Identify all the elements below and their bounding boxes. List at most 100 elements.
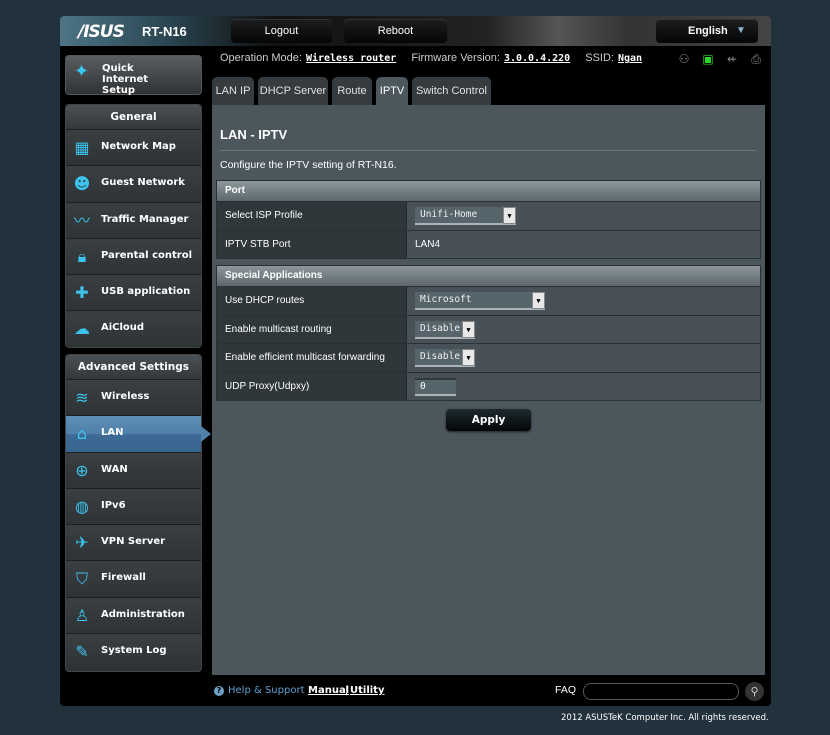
network-status-icon[interactable]: ▣ <box>701 52 715 66</box>
sidebar-item-label: USB application <box>101 286 191 298</box>
general-menu: General ▦ Network Map ☻ Guest Network 〰 … <box>65 104 202 348</box>
help-icon: ? <box>214 686 224 696</box>
faq-label: FAQ <box>555 684 577 696</box>
general-menu-title: General <box>66 105 201 129</box>
isp-profile-select[interactable]: Unifi-Home ▼ <box>415 207 516 225</box>
firmware-link[interactable]: 3.0.0.4.220 <box>504 53 570 64</box>
sidebar-item-label: Network Map <box>101 141 176 152</box>
sidebar-item-system-log[interactable]: ✎ System Log <box>66 633 201 670</box>
sidebar-item-guest-network[interactable]: ☻ Guest Network <box>66 165 201 202</box>
manual-link[interactable]: Manual <box>308 685 349 696</box>
sidebar-item-ipv6[interactable]: ◍ IPv6 <box>66 487 201 525</box>
udpxy-input[interactable]: 0 <box>415 377 456 396</box>
utility-link[interactable]: Utility <box>350 685 384 696</box>
dhcp-routes-label: Use DHCP routes <box>217 287 407 315</box>
tab-lan-ip[interactable]: LAN IP <box>212 77 254 105</box>
wifi-icon: ≋ <box>75 388 89 407</box>
sidebar-item-label: Firewall <box>101 572 146 584</box>
sidebar-item-wan[interactable]: ⊕ WAN <box>66 451 201 488</box>
link-separator: | <box>345 685 349 696</box>
tab-iptv[interactable]: IPTV <box>376 77 408 105</box>
magic-wand-icon: ✦ <box>74 61 90 82</box>
usb-icon[interactable]: ⇷ <box>725 52 739 66</box>
advanced-menu: Advanced Settings ≋ Wireless ⌂ LAN ⊕ WAN… <box>65 354 211 672</box>
multicast-routing-row: Enable multicast routing Disable ▼ <box>217 314 760 343</box>
content-panel: LAN - IPTV Configure the IPTV setting of… <box>212 105 765 675</box>
shield-icon: ⛉ <box>75 569 88 589</box>
chevron-down-icon: ▼ <box>462 320 475 338</box>
guest-network-icon: ☻ <box>73 174 91 194</box>
sidebar-item-label: Guest Network <box>101 177 185 189</box>
efficient-multicast-row: Enable efficient multicast forwarding Di… <box>217 343 760 372</box>
cloud-home-icon: ☁ <box>74 319 90 339</box>
chevron-down-icon: ▼ <box>532 292 545 309</box>
language-value: English <box>688 25 728 37</box>
traffic-manager-icon: 〰 <box>73 210 90 230</box>
efficient-multicast-value: Disable <box>420 351 461 362</box>
logout-button[interactable]: Logout <box>231 19 332 43</box>
chevron-down-icon: ▼ <box>736 25 746 36</box>
isp-profile-label: Select ISP Profile <box>217 202 407 230</box>
operation-mode-link[interactable]: Wireless router <box>306 53 396 64</box>
advanced-menu-title: Advanced Settings <box>66 355 201 379</box>
tab-route[interactable]: Route <box>332 77 372 105</box>
dhcp-routes-value: Microsoft <box>420 294 472 305</box>
language-select[interactable]: English ▼ <box>656 19 758 43</box>
stb-port-label: IPTV STB Port <box>217 230 407 258</box>
stb-port-row: IPTV STB Port LAN4 <box>217 229 760 258</box>
title-divider <box>220 150 756 151</box>
port-section-title: Port <box>217 181 760 201</box>
faq-search-input[interactable] <box>583 683 739 700</box>
lock-icon: 🔒︎ <box>77 246 87 266</box>
asus-logo: /ISUS <box>78 22 125 42</box>
sidebar-item-wireless[interactable]: ≋ Wireless <box>66 379 201 416</box>
special-applications-section: Special Applications Use DHCP routes Mic… <box>216 265 761 401</box>
sidebar-item-aicloud[interactable]: ☁ AiCloud <box>66 310 201 347</box>
search-icon[interactable]: ⚲ <box>745 682 764 701</box>
sidebar-item-label: Parental control <box>101 249 193 261</box>
printer-icon[interactable]: ⎙ <box>749 52 763 66</box>
multicast-routing-select[interactable]: Disable ▼ <box>415 320 475 339</box>
tab-dhcp-server[interactable]: DHCP Server <box>258 77 328 105</box>
sidebar-item-label: WAN <box>101 463 128 475</box>
page-title: LAN - IPTV <box>220 127 288 142</box>
reboot-button[interactable]: Reboot <box>344 19 447 43</box>
chevron-down-icon: ▼ <box>503 207 516 224</box>
apply-button[interactable]: Apply <box>446 409 531 431</box>
sidebar-item-label: IPv6 <box>101 499 126 511</box>
sidebar-item-vpn-server[interactable]: ✈ VPN Server <box>66 524 201 561</box>
efficient-multicast-label: Enable efficient multicast forwarding <box>217 344 407 372</box>
ipv6-icon: ◍ <box>75 496 89 516</box>
page-description: Configure the IPTV setting of RT-N16. <box>220 159 397 171</box>
sidebar-item-traffic-manager[interactable]: 〰 Traffic Manager <box>66 201 201 238</box>
help-support-link[interactable]: Help & Support <box>228 685 304 696</box>
sidebar-item-label: Traffic Manager <box>101 213 189 225</box>
sidebar-item-parental-control[interactable]: 🔒︎ Parental control <box>66 237 201 275</box>
log-edit-icon: ✎ <box>75 642 89 662</box>
tab-switch-control[interactable]: Switch Control <box>412 77 491 105</box>
sidebar-item-administration[interactable]: ♙ Administration <box>66 596 201 634</box>
globe-icon: ⊕ <box>75 460 89 480</box>
sidebar-item-label: System Log <box>101 645 167 657</box>
copyright-text: 2012 ASUSTeK Computer Inc. All rights re… <box>561 713 769 723</box>
multicast-routing-label: Enable multicast routing <box>217 315 407 343</box>
efficient-multicast-select[interactable]: Disable ▼ <box>415 349 475 367</box>
status-icons: ⚇ ▣ ⇷ ⎙ <box>677 52 763 66</box>
sidebar-item-label: Administration <box>101 608 185 620</box>
ssid-label: SSID: <box>585 52 614 64</box>
model-name: RT-N16 <box>142 24 187 39</box>
firmware-label: Firmware Version: <box>411 52 500 64</box>
sidebar-item-usb-application[interactable]: ✚ USB application <box>66 274 201 311</box>
admin-user-icon: ♙ <box>74 605 90 625</box>
dhcp-routes-select[interactable]: Microsoft ▼ <box>415 292 545 310</box>
clients-icon[interactable]: ⚇ <box>677 52 691 66</box>
footer: ? Help & Support Manual | Utility FAQ ⚲ <box>212 682 765 702</box>
sidebar-item-network-map[interactable]: ▦ Network Map <box>66 129 201 166</box>
udpxy-label: UDP Proxy(Udpxy) <box>217 372 407 400</box>
isp-profile-row: Select ISP Profile Unifi-Home ▼ <box>217 201 760 230</box>
sidebar-item-label: VPN Server <box>101 536 166 548</box>
quick-internet-setup-button[interactable]: ✦ Quick Internet Setup <box>65 55 202 96</box>
sidebar-item-lan[interactable]: ⌂ LAN <box>66 415 211 452</box>
ssid-link[interactable]: Ngan <box>618 53 642 64</box>
sidebar-item-firewall[interactable]: ⛉ Firewall <box>66 560 201 597</box>
